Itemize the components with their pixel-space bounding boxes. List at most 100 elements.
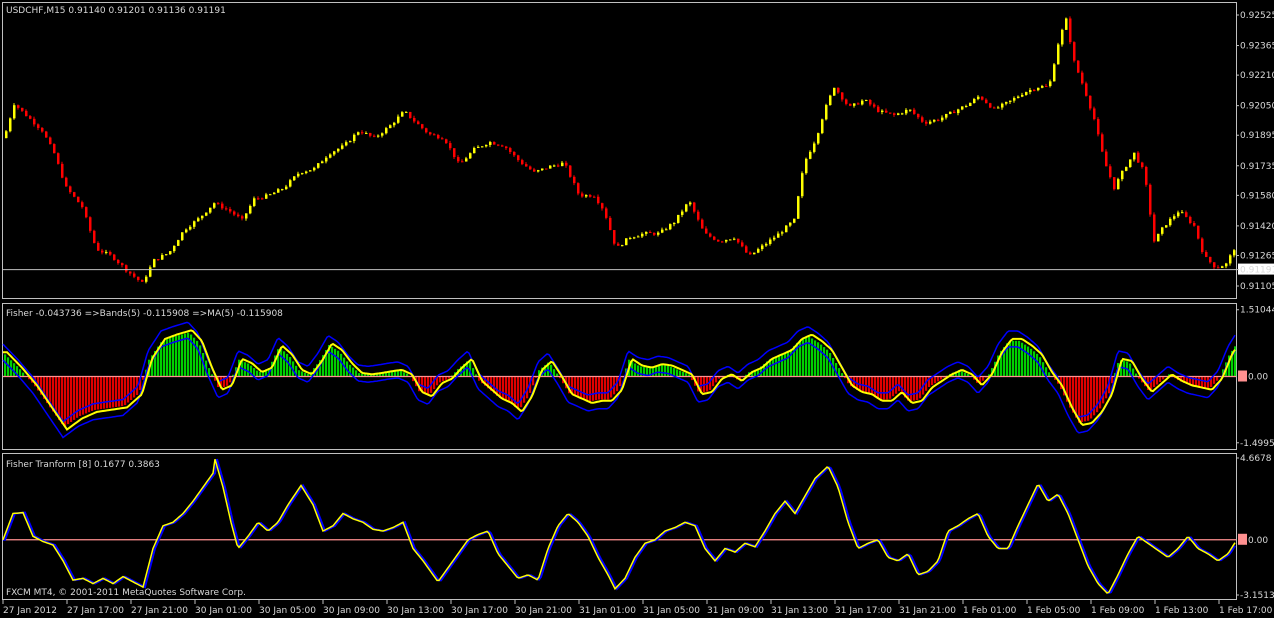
candle (797, 195, 800, 219)
candle (1069, 16, 1072, 45)
histogram-bar (439, 376, 442, 383)
candle (609, 215, 612, 231)
candle (53, 143, 56, 154)
histogram-bar (1204, 376, 1207, 389)
candle (1165, 225, 1168, 228)
price-axis-label: 0.92525 (1240, 11, 1274, 21)
candle (153, 258, 156, 268)
transform-axis-label: -3.1513 (1240, 591, 1274, 601)
histogram-bar (1081, 376, 1084, 423)
histogram-bar (97, 376, 100, 410)
mt4-chart-window[interactable]: 0.92525 0.92365 0.92210 0.92050 0.91895 0.917… (0, 0, 1274, 618)
histogram-bar (115, 376, 118, 408)
candle (13, 103, 16, 120)
histogram-bar (4, 354, 7, 377)
histogram-bar (919, 376, 922, 399)
histogram-bar (898, 376, 901, 392)
candle (77, 196, 80, 203)
candle (1065, 17, 1068, 31)
histogram-bar (88, 376, 91, 413)
candle (9, 117, 12, 133)
histogram-bar (91, 376, 94, 411)
time-axis-label: 30 Jan 17:00 (451, 606, 508, 616)
histogram-bar (1195, 376, 1198, 387)
histogram-bar (1198, 376, 1201, 387)
histogram-bar (823, 347, 826, 377)
histogram-bar (1159, 376, 1162, 382)
candle (113, 253, 116, 261)
histogram-bar (133, 376, 136, 398)
histogram-bar (61, 376, 64, 425)
histogram-bar (913, 376, 916, 401)
candle (825, 103, 828, 121)
histogram-bar (1156, 376, 1159, 385)
histogram-bar (682, 371, 685, 377)
candle (93, 229, 96, 244)
fisher-axis-label: 0.00 (1248, 373, 1268, 383)
candle (569, 164, 572, 178)
histogram-bar (595, 376, 598, 401)
candle (1073, 41, 1076, 63)
histogram-bar (781, 354, 784, 377)
histogram-bar (256, 370, 259, 377)
histogram-bar (229, 376, 232, 383)
histogram-bar (829, 352, 832, 377)
time-axis-label: 27 Jan 17:00 (67, 606, 124, 616)
histogram-bar (583, 376, 586, 400)
histogram-bar (880, 376, 883, 400)
histogram-bar (772, 358, 775, 377)
candle (605, 206, 608, 220)
time-axis-label: 1 Feb 05:00 (1027, 606, 1081, 616)
histogram-bar (130, 376, 133, 401)
candle (61, 161, 64, 179)
price-axis-label: 0.91735 (1240, 162, 1274, 172)
candle (177, 239, 180, 246)
candle (181, 232, 184, 242)
histogram-bar (19, 369, 22, 377)
histogram-bar (1033, 351, 1036, 377)
histogram-bar (1216, 376, 1219, 381)
candle (785, 225, 788, 233)
histogram-bar (883, 376, 886, 400)
histogram-bar (679, 370, 682, 377)
histogram-bar (124, 376, 127, 406)
candle (1089, 95, 1092, 111)
candle (577, 182, 580, 196)
histogram-bar (508, 376, 511, 402)
fisher-panel-title: Fisher -0.043736 =>Bands(5) -0.115908 =>… (6, 309, 283, 319)
histogram-bar (877, 376, 880, 399)
time-axis-label: 1 Feb 17:00 (1219, 606, 1273, 616)
time-axis-label: 1 Feb 01:00 (963, 606, 1017, 616)
candle (1109, 164, 1112, 179)
histogram-bar (601, 376, 604, 400)
histogram-bar (403, 372, 406, 377)
histogram-bar (664, 365, 667, 377)
histogram-bar (340, 353, 343, 377)
price-panel-title: USDCHF,M15 0.91140 0.91201 0.91136 0.911… (6, 6, 226, 16)
candle (1097, 117, 1100, 137)
candle (205, 212, 208, 217)
candle (73, 191, 76, 198)
histogram-bar (1207, 376, 1210, 389)
histogram-bar (871, 376, 874, 396)
histogram-bar (109, 376, 112, 408)
time-axis-label: 31 Jan 09:00 (707, 606, 764, 616)
histogram-bar (637, 365, 640, 377)
fisher-axis-label: 1.51044 (1240, 306, 1274, 316)
histogram-bar (592, 376, 595, 401)
histogram-bar (331, 346, 334, 377)
histogram-bar (427, 376, 430, 395)
histogram-bar (865, 376, 868, 393)
histogram-bar (982, 376, 985, 381)
histogram-bar (520, 376, 523, 408)
price-axis-label: 0.92365 (1240, 42, 1274, 52)
histogram-bar (715, 376, 718, 383)
histogram-bar (676, 369, 679, 377)
current-price-label: 0.91191 (1240, 266, 1274, 276)
price-axis-label: 0.92210 (1240, 71, 1274, 81)
candle (469, 152, 472, 160)
candle (1105, 149, 1108, 167)
fisher-zero-tag (1238, 370, 1247, 382)
candle (1137, 151, 1140, 164)
candle (833, 87, 836, 96)
